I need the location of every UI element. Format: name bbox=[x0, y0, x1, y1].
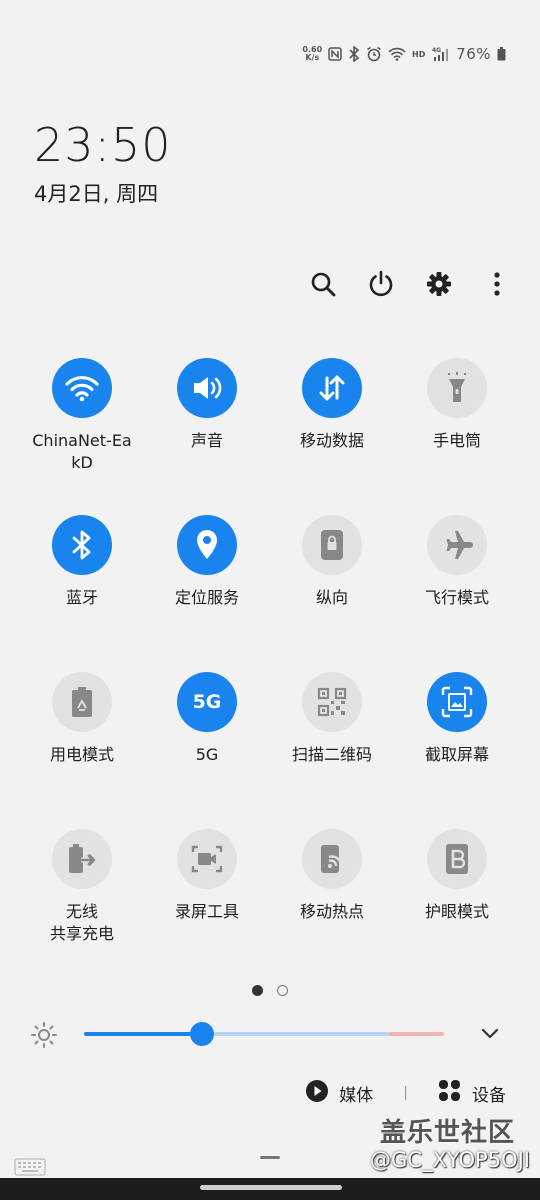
4g-signal-icon: 4G bbox=[432, 46, 450, 62]
watermark-user: @GC_XYOP5OJI bbox=[370, 1148, 530, 1172]
tile-wifi[interactable]: ChinaNet-Ea kD bbox=[20, 358, 144, 474]
5g-icon-text: 5G bbox=[192, 691, 222, 713]
hd-icon: HD bbox=[412, 49, 426, 59]
svg-text:HD: HD bbox=[412, 50, 426, 59]
flashlight-icon[interactable] bbox=[427, 358, 487, 418]
sound-icon[interactable] bbox=[177, 358, 237, 418]
alarm-icon bbox=[366, 46, 382, 62]
tile-label: 5G bbox=[195, 745, 219, 764]
nfc-icon bbox=[328, 47, 342, 61]
more-options-icon[interactable] bbox=[479, 266, 515, 302]
tile-label: 纵向 bbox=[315, 588, 348, 607]
battery-percent: 76% bbox=[456, 45, 491, 63]
tile-label: 截取屏幕 bbox=[424, 745, 489, 764]
tile-label: ChinaNet-Ea kD bbox=[32, 431, 132, 472]
tile-location[interactable]: 定位服务 bbox=[145, 515, 269, 609]
network-speed: 0.60 K/s bbox=[302, 46, 322, 62]
panel-handle[interactable] bbox=[260, 1156, 280, 1159]
tile-qr-scan[interactable]: 扫描二维码 bbox=[270, 672, 394, 766]
status-bar: 0.60 K/s HD 4G 76% bbox=[302, 40, 506, 68]
tile-5g[interactable]: 5G 5G bbox=[145, 672, 269, 766]
tile-label: 声音 bbox=[190, 431, 223, 450]
tile-portrait[interactable]: 纵向 bbox=[270, 515, 394, 609]
settings-icon[interactable] bbox=[421, 266, 457, 302]
page-dot[interactable] bbox=[277, 985, 288, 996]
tile-label: 用电模式 bbox=[49, 745, 114, 764]
brightness-track[interactable] bbox=[202, 1032, 388, 1036]
tile-label: 手电筒 bbox=[432, 431, 481, 450]
tile-screen-recorder[interactable]: 录屏工具 bbox=[145, 829, 269, 923]
media-button[interactable]: 媒体 bbox=[339, 1081, 373, 1106]
quick-panel-actions bbox=[300, 266, 520, 302]
media-devices-row: 媒体 | 设备 bbox=[305, 1078, 506, 1108]
screen-recorder-icon[interactable] bbox=[177, 829, 237, 889]
keyboard-icon[interactable] bbox=[14, 1158, 46, 1180]
qr-scan-icon[interactable] bbox=[302, 672, 362, 732]
bluetooth-icon bbox=[348, 46, 360, 62]
tile-eye-comfort[interactable]: 护眼模式 bbox=[395, 829, 519, 923]
power-icon[interactable] bbox=[363, 266, 399, 302]
devices-icon[interactable] bbox=[438, 1079, 462, 1108]
tile-label: 移动热点 bbox=[299, 902, 364, 921]
power-mode-icon[interactable] bbox=[52, 672, 112, 732]
5g-icon[interactable]: 5G bbox=[177, 672, 237, 732]
network-speed-unit: K/s bbox=[305, 53, 320, 62]
tile-airplane[interactable]: 飞行模式 bbox=[395, 515, 519, 609]
chevron-down-icon[interactable] bbox=[480, 1023, 500, 1047]
devices-button[interactable]: 设备 bbox=[472, 1081, 506, 1106]
wifi-icon[interactable] bbox=[52, 358, 112, 418]
bluetooth-icon[interactable] bbox=[52, 515, 112, 575]
tile-wireless-powershare[interactable]: 无线 共享充电 bbox=[20, 829, 144, 945]
brightness-icon bbox=[30, 1021, 58, 1053]
tile-hotspot[interactable]: 移动热点 bbox=[270, 829, 394, 923]
brightness-slider-thumb[interactable] bbox=[190, 1022, 214, 1046]
wifi-icon bbox=[388, 47, 406, 61]
screenshot-icon[interactable] bbox=[427, 672, 487, 732]
gesture-handle[interactable] bbox=[200, 1185, 342, 1190]
tile-label: 录屏工具 bbox=[174, 902, 239, 921]
tile-label: 蓝牙 bbox=[65, 588, 98, 607]
airplane-icon[interactable] bbox=[427, 515, 487, 575]
play-icon[interactable] bbox=[305, 1079, 329, 1108]
separator: | bbox=[403, 1085, 408, 1101]
brightness-control bbox=[30, 1015, 510, 1055]
battery-icon bbox=[497, 47, 506, 61]
clock-date[interactable]: 4月2日, 周四 bbox=[34, 178, 158, 208]
tile-label: 定位服务 bbox=[174, 588, 239, 607]
clock-time[interactable]: 23:50 bbox=[34, 118, 172, 172]
mobile-data-icon[interactable] bbox=[302, 358, 362, 418]
eye-comfort-icon[interactable] bbox=[427, 829, 487, 889]
brightness-track-high[interactable] bbox=[388, 1032, 444, 1036]
tile-sound[interactable]: 声音 bbox=[145, 358, 269, 452]
navigation-bar bbox=[0, 1178, 540, 1200]
page-dot-active[interactable] bbox=[252, 985, 263, 996]
tile-flashlight[interactable]: 手电筒 bbox=[395, 358, 519, 452]
wireless-powershare-icon[interactable] bbox=[52, 829, 112, 889]
tile-bluetooth[interactable]: 蓝牙 bbox=[20, 515, 144, 609]
watermark-community: 盖乐世社区 bbox=[380, 1118, 516, 1148]
search-icon[interactable] bbox=[305, 266, 341, 302]
portrait-lock-icon[interactable] bbox=[302, 515, 362, 575]
tile-screenshot[interactable]: 截取屏幕 bbox=[395, 672, 519, 766]
hotspot-icon[interactable] bbox=[302, 829, 362, 889]
location-icon[interactable] bbox=[177, 515, 237, 575]
tile-label: 护眼模式 bbox=[424, 902, 489, 921]
tile-label: 无线 共享充电 bbox=[49, 902, 114, 943]
tile-mobile-data[interactable]: 移动数据 bbox=[270, 358, 394, 452]
page-indicator bbox=[252, 985, 288, 996]
tile-label: 飞行模式 bbox=[424, 588, 489, 607]
tile-power-mode[interactable]: 用电模式 bbox=[20, 672, 144, 766]
tile-label: 移动数据 bbox=[299, 431, 364, 450]
svg-text:4G: 4G bbox=[432, 47, 441, 54]
brightness-track-filled[interactable] bbox=[84, 1032, 202, 1036]
tile-label: 扫描二维码 bbox=[291, 745, 372, 764]
